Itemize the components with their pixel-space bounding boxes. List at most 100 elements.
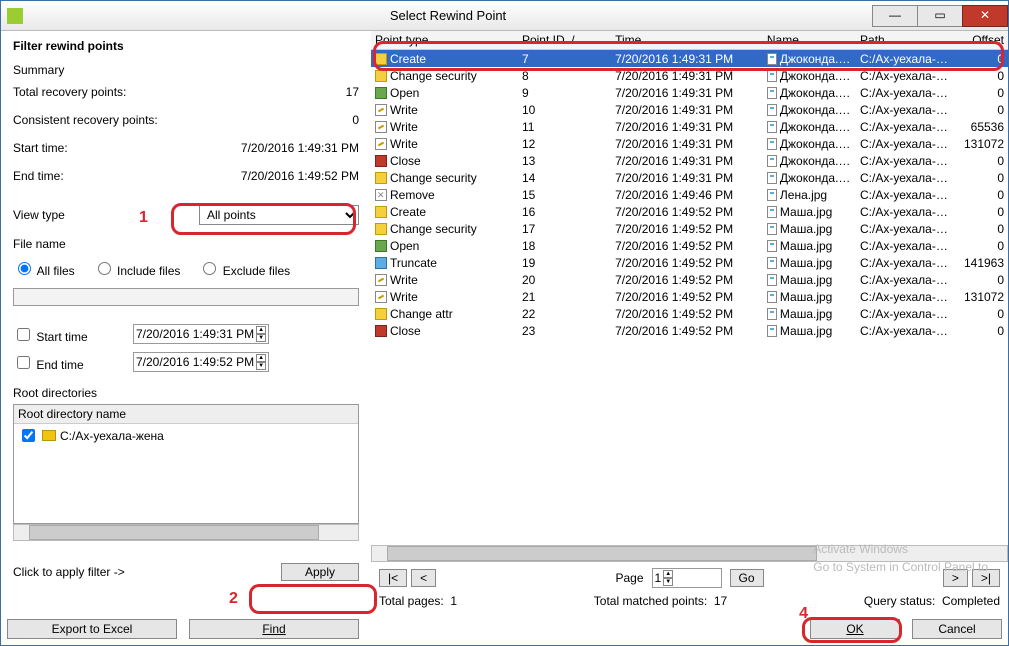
apply-hint: Click to apply filter -> [13, 565, 281, 579]
grid-panel: Point type Point ID / Time Name Path Off… [371, 31, 1008, 616]
consistent-label: Consistent recovery points: [13, 113, 352, 127]
filter-title: Filter rewind points [13, 39, 359, 53]
next-page-button[interactable]: > [943, 569, 968, 587]
total-points-value: 17 [346, 85, 359, 99]
consistent-value: 0 [352, 113, 359, 127]
apply-button[interactable]: Apply [281, 563, 359, 581]
table-row[interactable]: Close237/20/2016 1:49:52 PMМаша.jpgC:/Ах… [371, 322, 1008, 339]
cb-start-time[interactable]: Start time [13, 325, 133, 344]
col-point-type[interactable]: Point type [371, 31, 518, 49]
matched-label: Total matched points: [594, 594, 707, 608]
col-path[interactable]: Path [856, 31, 954, 49]
first-page-button[interactable]: |< [379, 569, 407, 587]
app-icon [7, 8, 23, 24]
col-point-id[interactable]: Point ID / [518, 31, 611, 49]
total-pages-label: Total pages: [379, 594, 444, 608]
attr-icon [375, 308, 387, 320]
end-time-value: 7/20/2016 1:49:52 PM [241, 169, 359, 183]
cancel-button[interactable]: Cancel [912, 619, 1002, 639]
go-button[interactable]: Go [730, 569, 764, 587]
file-icon [767, 189, 777, 201]
change-icon [375, 70, 387, 82]
root-dirs-list: Root directory name C:/Ах-уехала-жена [13, 404, 359, 524]
spinner-down-icon[interactable]: ▼ [256, 362, 266, 370]
content: Filter rewind points Summary Total recov… [1, 31, 1008, 616]
window-title: Select Rewind Point [23, 8, 873, 23]
col-time[interactable]: Time [611, 31, 763, 49]
end-time-picker[interactable]: 7/20/2016 1:49:52 PM▲▼ [133, 352, 269, 372]
create-icon [375, 53, 387, 65]
col-offset[interactable]: Offset [954, 31, 1008, 49]
last-page-button[interactable]: >| [972, 569, 1000, 587]
table-row[interactable]: Change security87/20/2016 1:49:31 PMДжок… [371, 67, 1008, 84]
stats: Total pages: 1 Total matched points: 17 … [371, 590, 1008, 616]
spinner-up-icon[interactable]: ▲ [256, 354, 266, 362]
page-input[interactable]: 1▲▼ [652, 568, 722, 588]
write-icon [375, 121, 387, 133]
open-icon [375, 87, 387, 99]
close-button[interactable]: ✕ [962, 5, 1008, 27]
maximize-button[interactable]: ▭ [917, 5, 963, 27]
close-icon [375, 325, 387, 337]
write-icon [375, 274, 387, 286]
spinner-up-icon[interactable]: ▲ [256, 326, 266, 334]
file-icon [767, 104, 777, 116]
table-row[interactable]: Write127/20/2016 1:49:31 PMДжоконда.jpgC… [371, 135, 1008, 152]
callout-2: 2 [229, 590, 238, 608]
filename-label: File name [13, 237, 359, 251]
file-icon [767, 53, 777, 65]
export-button[interactable]: Export to Excel [7, 619, 177, 639]
cb-end-time[interactable]: End time [13, 353, 133, 372]
find-button[interactable]: Find [189, 619, 359, 639]
table-row[interactable]: Create167/20/2016 1:49:52 PMМаша.jpgC:/А… [371, 203, 1008, 220]
total-pages-value: 1 [450, 594, 457, 608]
file-icon [767, 172, 777, 184]
total-points-label: Total recovery points: [13, 85, 346, 99]
table-row[interactable]: Change security177/20/2016 1:49:52 PMМаш… [371, 220, 1008, 237]
table-row[interactable]: Write207/20/2016 1:49:52 PMМаша.jpgC:/Ах… [371, 271, 1008, 288]
viewtype-label: View type [13, 208, 199, 222]
table-row[interactable]: Truncate197/20/2016 1:49:52 PMМаша.jpgC:… [371, 254, 1008, 271]
table-row[interactable]: Open97/20/2016 1:49:31 PMДжоконда.jpgC:/… [371, 84, 1008, 101]
prev-page-button[interactable]: < [411, 569, 436, 587]
table-row[interactable]: Remove157/20/2016 1:49:46 PMЛена.jpgC:/А… [371, 186, 1008, 203]
grid-body[interactable]: Create77/20/2016 1:49:31 PMДжоконда.jpgC… [371, 50, 1008, 339]
grid-header: Point type Point ID / Time Name Path Off… [371, 31, 1008, 50]
query-status-value: Completed [942, 594, 1000, 608]
rb-include-files[interactable]: Include files [93, 259, 181, 278]
filter-panel: Filter rewind points Summary Total recov… [1, 31, 371, 616]
table-row[interactable]: Write217/20/2016 1:49:52 PMМаша.jpgC:/Ах… [371, 288, 1008, 305]
filename-input[interactable] [13, 288, 359, 306]
table-row[interactable]: Write107/20/2016 1:49:31 PMДжоконда.jpgC… [371, 101, 1008, 118]
table-row[interactable]: Close137/20/2016 1:49:31 PMДжоконда.jpgC… [371, 152, 1008, 169]
pager: |< < Page 1▲▼ Go > >| [371, 562, 1008, 590]
file-icon [767, 70, 777, 82]
grid-scrollbar[interactable] [371, 545, 1008, 562]
start-time-picker[interactable]: 7/20/2016 1:49:31 PM▲▼ [133, 324, 269, 344]
root-dir-item[interactable]: C:/Ах-уехала-жена [14, 424, 358, 447]
start-time-value: 7/20/2016 1:49:31 PM [241, 141, 359, 155]
col-name[interactable]: Name [763, 31, 856, 49]
viewtype-select[interactable]: All points [199, 205, 359, 225]
file-icon [767, 257, 777, 269]
rb-exclude-files[interactable]: Exclude files [198, 259, 290, 278]
file-icon [767, 325, 777, 337]
table-row[interactable]: Write117/20/2016 1:49:31 PMДжоконда.jpgC… [371, 118, 1008, 135]
summary-label: Summary [13, 63, 359, 77]
change-icon [375, 172, 387, 184]
table-row[interactable]: Change attr227/20/2016 1:49:52 PMМаша.jp… [371, 305, 1008, 322]
minimize-button[interactable]: — [872, 5, 918, 27]
root-dir-checkbox[interactable] [22, 429, 35, 442]
ok-button[interactable]: OK [810, 619, 900, 639]
file-icon [767, 308, 777, 320]
table-row[interactable]: Change security147/20/2016 1:49:31 PMДжо… [371, 169, 1008, 186]
grid: Point type Point ID / Time Name Path Off… [371, 31, 1008, 545]
root-dirs-scrollbar[interactable] [13, 524, 359, 541]
table-row[interactable]: Open187/20/2016 1:49:52 PMМаша.jpgC:/Ах-… [371, 237, 1008, 254]
write-icon [375, 291, 387, 303]
file-icon [767, 291, 777, 303]
file-icon [767, 87, 777, 99]
rb-all-files[interactable]: All files [13, 259, 75, 278]
table-row[interactable]: Create77/20/2016 1:49:31 PMДжоконда.jpgC… [371, 50, 1008, 67]
spinner-down-icon[interactable]: ▼ [256, 334, 266, 342]
